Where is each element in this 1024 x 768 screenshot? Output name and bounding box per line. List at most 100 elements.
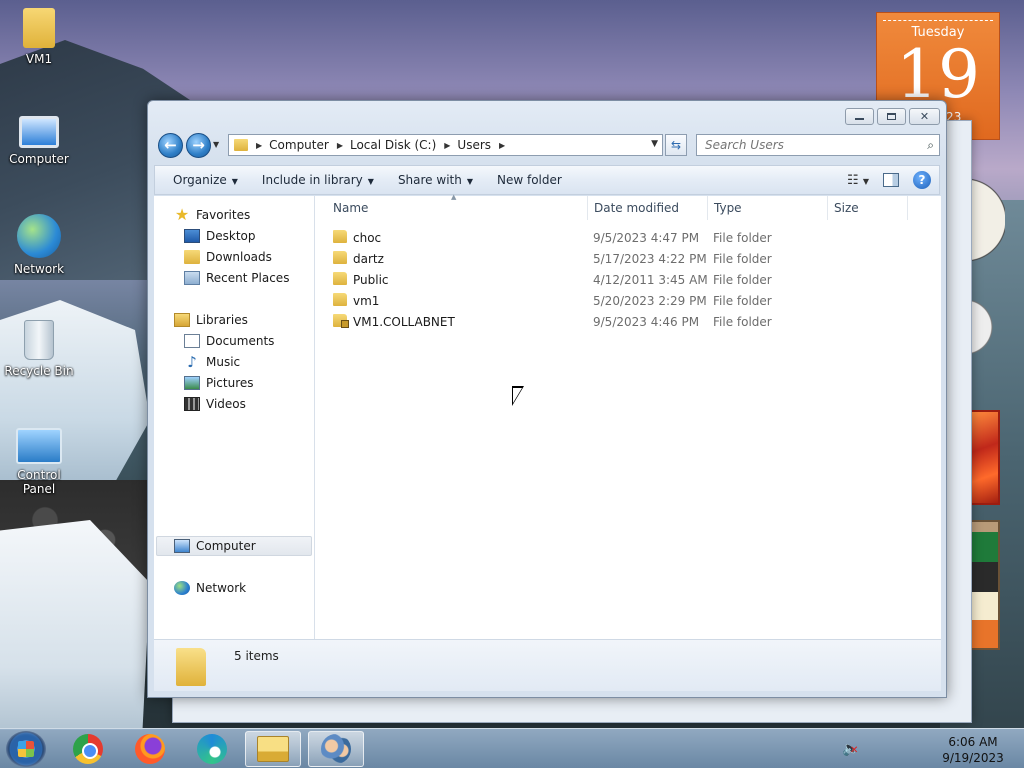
minimize-button[interactable] (845, 108, 874, 125)
folder-icon (333, 272, 347, 285)
address-bar[interactable]: ▶ Computer ▶ Local Disk (C:) ▶ Users ▶ ▼ (228, 134, 663, 156)
file-row[interactable]: VM1.COLLABNET 9/5/2023 4:46 PM File fold… (315, 311, 941, 332)
file-name: VM1.COLLABNET (353, 315, 455, 329)
recent-pages-dropdown[interactable]: ▼ (213, 140, 219, 149)
music-note-icon: ♪ (187, 353, 197, 371)
calendar-rings (883, 13, 993, 21)
search-box[interactable]: ⌕ (696, 134, 940, 156)
edge-icon (197, 734, 227, 764)
libraries-icon (174, 313, 190, 327)
tree-item-recent-places[interactable]: Recent Places (184, 271, 289, 285)
file-list[interactable]: ▲ Name Date modified Type Size choc 9/5/… (315, 193, 941, 639)
back-button[interactable]: ← (158, 133, 183, 158)
tree-item-label: Pictures (206, 376, 254, 390)
taskbar-users-app[interactable] (308, 731, 364, 767)
color-gadget[interactable] (970, 520, 1000, 650)
breadcrumb-arrow-icon[interactable]: ▶ (256, 141, 262, 150)
file-row[interactable]: choc 9/5/2023 4:47 PM File folder (315, 227, 941, 248)
breadcrumb-local-disk[interactable]: Local Disk (C:) (350, 138, 436, 152)
preview-pane-button[interactable] (883, 173, 899, 187)
computer-icon (19, 116, 59, 148)
new-folder-label: New folder (497, 173, 562, 187)
slideshow-gadget[interactable] (970, 410, 1000, 505)
breadcrumb-arrow-icon[interactable]: ▶ (337, 141, 343, 150)
tree-item-network[interactable]: Network (174, 581, 246, 595)
close-button[interactable]: ✕ (909, 108, 940, 125)
folder-icon (257, 736, 289, 762)
tree-item-downloads[interactable]: Downloads (184, 250, 272, 264)
navigation-row: ← → ▼ ▶ Computer ▶ Local Disk (C:) ▶ Use… (156, 133, 940, 159)
column-header-date-modified[interactable]: Date modified (594, 201, 679, 215)
tree-item-label: Network (196, 581, 247, 595)
computer-icon (174, 539, 190, 553)
column-separator[interactable] (587, 196, 588, 220)
star-icon: ★ (174, 205, 190, 224)
tree-item-favorites[interactable]: ★ Favorites (174, 205, 250, 224)
column-header-type[interactable]: Type (714, 201, 742, 215)
locked-folder-icon (333, 314, 349, 328)
tree-item-libraries[interactable]: Libraries (174, 313, 248, 327)
search-input[interactable] (705, 138, 915, 152)
change-view-button[interactable]: ☷ ▼ (847, 173, 869, 188)
desktop-icon-vm1[interactable]: VM1 (0, 8, 78, 66)
desktop-icon-computer[interactable]: Computer (0, 116, 78, 166)
column-header-name[interactable]: Name (333, 201, 368, 215)
back-arrow-icon: ← (164, 136, 177, 154)
minimize-icon (855, 118, 864, 120)
column-separator[interactable] (907, 196, 908, 220)
tree-item-music[interactable]: ♪ Music (184, 353, 240, 371)
file-name: Public (353, 273, 389, 287)
include-in-library-button[interactable]: Include in library ▼ (250, 173, 386, 187)
tree-item-label: Downloads (206, 250, 272, 264)
tree-item-computer[interactable]: Computer (174, 539, 256, 553)
folder-icon (333, 293, 347, 306)
taskbar-edge[interactable] (184, 731, 240, 767)
organize-button[interactable]: Organize ▼ (155, 173, 250, 187)
forward-button[interactable]: → (186, 133, 211, 158)
desktop-icon-recycle-bin[interactable]: Recycle Bin (0, 320, 78, 378)
desktop-icon-network[interactable]: Network (0, 214, 78, 276)
new-folder-button[interactable]: New folder (485, 173, 574, 187)
tree-item-documents[interactable]: Documents (184, 334, 274, 348)
system-clock[interactable]: 6:06 AM 9/19/2023 (928, 734, 1018, 766)
address-dropdown-icon[interactable]: ▼ (651, 139, 658, 149)
file-type: File folder (713, 231, 772, 245)
refresh-button[interactable]: ⇆ (665, 134, 687, 156)
search-icon[interactable]: ⌕ (927, 138, 934, 153)
taskbar-firefox[interactable] (122, 731, 178, 767)
start-button[interactable] (6, 731, 46, 767)
breadcrumb-users[interactable]: Users (457, 138, 491, 152)
film-icon (184, 397, 200, 411)
file-type: File folder (713, 294, 772, 308)
file-name: dartz (353, 252, 384, 266)
column-headers: ▲ Name Date modified Type Size (315, 193, 941, 220)
users-icon (321, 734, 351, 764)
file-row[interactable]: dartz 5/17/2023 4:22 PM File folder (315, 248, 941, 269)
organize-label: Organize (173, 173, 227, 187)
desktop-icon-control-panel[interactable]: Control Panel (0, 428, 78, 496)
help-button[interactable]: ? (913, 171, 931, 189)
tree-item-desktop[interactable]: Desktop (184, 229, 256, 243)
maximize-button[interactable] (877, 108, 906, 125)
pictures-icon (184, 376, 200, 390)
documents-icon (184, 334, 200, 348)
tree-item-pictures[interactable]: Pictures (184, 376, 254, 390)
volume-muted-icon[interactable]: 🔈 ✕ (842, 741, 859, 757)
taskbar-windows-explorer[interactable] (245, 731, 301, 767)
breadcrumb-arrow-icon[interactable]: ▶ (444, 141, 450, 150)
column-header-size[interactable]: Size (834, 201, 859, 215)
tree-item-videos[interactable]: Videos (184, 397, 246, 411)
file-date-modified: 9/5/2023 4:46 PM (593, 315, 700, 329)
taskbar-chrome[interactable] (60, 731, 116, 767)
file-row[interactable]: Public 4/12/2011 3:45 AM File folder (315, 269, 941, 290)
breadcrumb-arrow-icon[interactable]: ▶ (499, 141, 505, 150)
file-row[interactable]: vm1 5/20/2023 2:29 PM File folder (315, 290, 941, 311)
forward-arrow-icon: → (192, 136, 205, 154)
breadcrumb-computer[interactable]: Computer (269, 138, 329, 152)
item-count: 5 items (234, 649, 279, 663)
column-separator[interactable] (827, 196, 828, 220)
share-with-button[interactable]: Share with ▼ (386, 173, 485, 187)
column-separator[interactable] (707, 196, 708, 220)
explorer-window[interactable]: ✕ ← → ▼ ▶ Computer ▶ Local Disk (C:) ▶ U… (147, 100, 947, 698)
desktop-icon-label: Network (13, 262, 65, 276)
